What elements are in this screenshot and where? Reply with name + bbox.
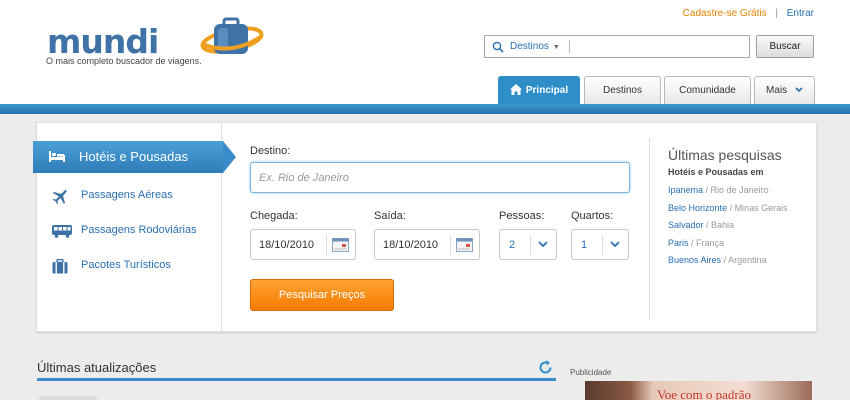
category-menu: Hotéis e Pousadas Passagens Aéreas Passa… bbox=[33, 123, 236, 331]
ad-label: Publicidade bbox=[570, 368, 612, 377]
search-prices-button[interactable]: Pesquisar Preços bbox=[250, 279, 394, 311]
calendar-icon[interactable] bbox=[332, 238, 349, 252]
category-pacotes-turisticos-label: Pacotes Turísticos bbox=[81, 259, 171, 271]
pessoas-value: 2 bbox=[509, 239, 516, 251]
login-link[interactable]: Entrar bbox=[787, 8, 814, 19]
pessoas-select[interactable]: 2 bbox=[499, 229, 557, 260]
category-passagens-rodoviarias[interactable]: Passagens Rodoviárias bbox=[37, 216, 222, 246]
update-item-placeholder bbox=[38, 396, 98, 400]
main-tabs: Principal Destinos Comunidade Mais bbox=[0, 76, 850, 104]
field-divider bbox=[602, 235, 603, 255]
search-scope-label: Destinos bbox=[510, 41, 549, 52]
tagline: O mais completo buscador de viagens. bbox=[46, 56, 202, 66]
tab-comunidade-label: Comunidade bbox=[679, 85, 736, 96]
recent-item-city: Paris bbox=[668, 238, 689, 248]
search-divider bbox=[569, 40, 570, 53]
search-icon bbox=[492, 41, 504, 53]
signup-link[interactable]: Cadastre-se Grátis bbox=[683, 8, 767, 19]
recent-item[interactable]: Ipanema / Rio de Janeiro bbox=[668, 185, 769, 195]
header: mundi O mais completo buscador de viagen… bbox=[0, 0, 850, 104]
home-icon bbox=[509, 83, 522, 95]
saida-date-field[interactable]: 18/10/2010 bbox=[374, 229, 480, 260]
refresh-icon[interactable] bbox=[538, 360, 553, 375]
suitcase-logo-icon bbox=[200, 17, 264, 54]
chegada-date-value: 18/10/2010 bbox=[259, 239, 315, 251]
recent-item[interactable]: Belo Horizonte / Minas Gerais bbox=[668, 203, 788, 213]
recent-item-city: Salvador bbox=[668, 220, 704, 230]
pessoas-label: Pessoas: bbox=[499, 210, 545, 222]
field-divider bbox=[530, 235, 531, 255]
chegada-date-field[interactable]: 18/10/2010 bbox=[250, 229, 356, 260]
tab-comunidade[interactable]: Comunidade bbox=[664, 76, 751, 104]
nav-underline-bar bbox=[0, 104, 850, 114]
recent-item[interactable]: Buenos Aires / Argentina bbox=[668, 255, 767, 265]
category-passagens-aereas-label: Passagens Aéreas bbox=[81, 189, 173, 201]
recent-item-city: Buenos Aires bbox=[668, 255, 722, 265]
recent-item[interactable]: Salvador / Bahia bbox=[668, 220, 734, 230]
bus-icon bbox=[52, 225, 72, 238]
airplane-icon bbox=[52, 189, 67, 205]
active-category-arrow bbox=[223, 141, 236, 173]
recent-searches-title: Últimas pesquisas bbox=[668, 147, 782, 163]
recent-searches-subtitle: Hotéis e Pousadas em bbox=[668, 167, 764, 177]
saida-label: Saída: bbox=[374, 210, 406, 222]
bed-icon bbox=[49, 151, 65, 162]
calendar-icon[interactable] bbox=[456, 238, 473, 252]
destino-field-wrapper bbox=[250, 162, 630, 193]
quartos-label: Quartos: bbox=[571, 210, 614, 222]
search-panel: Hotéis e Pousadas Passagens Aéreas Passa… bbox=[33, 122, 817, 332]
updates-title: Últimas atualizações bbox=[37, 360, 157, 375]
category-pacotes-turisticos[interactable]: Pacotes Turísticos bbox=[37, 251, 222, 281]
recent-item-region: / Bahia bbox=[706, 220, 735, 230]
tab-destinos[interactable]: Destinos bbox=[584, 76, 661, 104]
recent-item-city: Belo Horizonte bbox=[668, 203, 728, 213]
search-scope-dropdown[interactable]: Destinos ▼ bbox=[510, 41, 560, 52]
chevron-down-icon bbox=[538, 241, 548, 248]
recent-item-region: / França bbox=[691, 238, 725, 248]
recent-searches: Últimas pesquisas Hotéis e Pousadas em I… bbox=[649, 139, 809, 319]
ad-banner-text: Voe com o padrão bbox=[657, 387, 751, 400]
recent-item-region: / Argentina bbox=[723, 255, 767, 265]
category-passagens-rodoviarias-label: Passagens Rodoviárias bbox=[81, 224, 197, 236]
quartos-value: 1 bbox=[581, 239, 588, 251]
destino-input[interactable] bbox=[252, 164, 622, 191]
tab-mais[interactable]: Mais bbox=[754, 76, 815, 104]
suitcase-icon bbox=[52, 259, 68, 274]
recent-item[interactable]: Paris / França bbox=[668, 238, 724, 248]
top-links: Cadastre-se Grátis | Entrar bbox=[683, 8, 814, 19]
ad-banner[interactable]: Voe com o padrão bbox=[585, 381, 812, 400]
tab-principal-label: Principal bbox=[525, 85, 569, 96]
tab-principal[interactable]: Principal bbox=[498, 76, 580, 104]
updates-underline bbox=[37, 378, 556, 381]
quartos-select[interactable]: 1 bbox=[571, 229, 629, 260]
tab-destinos-label: Destinos bbox=[603, 85, 642, 96]
saida-date-value: 18/10/2010 bbox=[383, 239, 439, 251]
caret-down-icon: ▼ bbox=[552, 44, 560, 51]
search-input[interactable]: Destinos ▼ bbox=[484, 35, 750, 58]
link-separator: | bbox=[775, 8, 778, 19]
category-passagens-aereas[interactable]: Passagens Aéreas bbox=[37, 181, 222, 211]
chevron-down-icon bbox=[610, 241, 620, 248]
category-hoteis-label: Hotéis e Pousadas bbox=[79, 149, 189, 164]
chegada-label: Chegada: bbox=[250, 210, 298, 222]
chevron-down-icon bbox=[795, 87, 803, 93]
field-divider bbox=[326, 235, 327, 255]
recent-item-city: Ipanema bbox=[668, 185, 704, 195]
recent-item-region: / Minas Gerais bbox=[729, 203, 788, 213]
category-hoteis[interactable]: Hotéis e Pousadas bbox=[33, 141, 236, 173]
recent-item-region: / Rio de Janeiro bbox=[705, 185, 769, 195]
tab-mais-label: Mais bbox=[766, 85, 788, 96]
destino-label: Destino: bbox=[250, 145, 291, 157]
field-divider bbox=[450, 235, 451, 255]
search-button[interactable]: Buscar bbox=[756, 35, 814, 58]
